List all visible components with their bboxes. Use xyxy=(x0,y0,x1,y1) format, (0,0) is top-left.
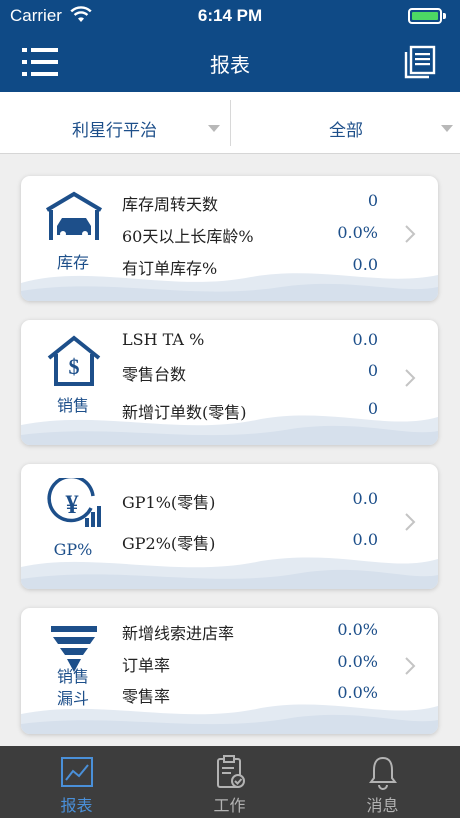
scope-filter-value: 全部 xyxy=(329,121,363,141)
dealer-filter-value: 利星行平治 xyxy=(72,121,157,141)
metric-row: GP2%(零售) 0.0 xyxy=(122,530,392,554)
status-bar: Carrier 6:14 PM xyxy=(0,0,460,34)
scope-filter-dropdown[interactable]: 全部 xyxy=(231,92,460,154)
metric-name: 零售台数 xyxy=(122,365,187,384)
sales-card[interactable]: $ 销售 LSH TA % 0.0 零售台数 0 新增订单数(零售) 0 xyxy=(21,320,438,445)
yen-chart-icon: ¥ xyxy=(47,478,101,527)
sales-funnel-card[interactable]: 销售 漏斗 新增线索进店率 0.0% 订单率 0.0% 零售率 0.0% xyxy=(21,608,438,734)
metric-value: 0.0 xyxy=(352,255,378,274)
gp-card[interactable]: ¥ GP% GP1%(零售) 0.0 GP2%(零售) 0.0 xyxy=(21,464,438,589)
metric-value: 0.0% xyxy=(337,652,378,671)
metric-value: 0.0 xyxy=(352,330,378,349)
metric-name: 新增订单数(零售) xyxy=(122,403,247,422)
dealer-filter-dropdown[interactable]: 利星行平治 xyxy=(0,92,230,154)
tab-messages[interactable]: 消息 xyxy=(306,746,459,818)
garage-car-icon xyxy=(45,191,103,240)
clipboard-check-icon xyxy=(217,755,245,788)
house-dollar-icon: $ xyxy=(47,335,101,386)
page-title: 报表 xyxy=(210,53,250,77)
category-label-line1: 销售 xyxy=(56,667,89,686)
svg-text:$: $ xyxy=(69,354,80,379)
category-label: 销售 xyxy=(56,396,89,415)
tab-label: 报表 xyxy=(60,796,93,815)
chevron-down-icon xyxy=(208,125,220,132)
metric-value: 0.0 xyxy=(352,489,378,508)
line-chart-icon xyxy=(61,757,93,787)
chevron-right-icon xyxy=(405,225,416,243)
chevron-right-icon xyxy=(405,513,416,531)
metric-row: 新增订单数(零售) 0 xyxy=(122,399,392,423)
metric-value: 0.0 xyxy=(352,530,378,549)
metric-row: LSH TA % 0.0 xyxy=(122,330,392,354)
metric-value: 0 xyxy=(367,399,378,418)
metric-name: 订单率 xyxy=(122,656,171,675)
metric-row: GP1%(零售) 0.0 xyxy=(122,489,392,513)
metric-name: 60天以上长库龄% xyxy=(122,227,254,246)
chevron-right-icon xyxy=(405,369,416,387)
metric-row: 订单率 0.0% xyxy=(122,652,392,676)
filter-bar: 利星行平治 全部 xyxy=(0,92,460,154)
tab-label: 消息 xyxy=(366,796,399,815)
battery-icon xyxy=(408,8,442,24)
category-label: GP% xyxy=(53,540,93,559)
tab-reports[interactable]: 报表 xyxy=(0,746,153,818)
metric-name: 新增线索进店率 xyxy=(122,624,235,643)
metric-name: GP1%(零售) xyxy=(122,493,216,512)
metric-value: 0.0% xyxy=(337,620,378,639)
document-stack-icon[interactable] xyxy=(404,45,436,79)
metric-name: GP2%(零售) xyxy=(122,534,216,553)
svg-text:¥: ¥ xyxy=(66,490,79,519)
category-label: 库存 xyxy=(56,253,89,272)
metric-row: 零售率 0.0% xyxy=(122,683,392,707)
inventory-card[interactable]: 库存 库存周转天数 0 60天以上长库龄% 0.0% 有订单库存% 0.0 xyxy=(21,176,438,301)
chevron-right-icon xyxy=(405,657,416,675)
metric-name: 库存周转天数 xyxy=(122,195,219,214)
battery-tip xyxy=(443,13,446,19)
metric-row: 新增线索进店率 0.0% xyxy=(122,620,392,644)
clock: 6:14 PM xyxy=(197,6,263,25)
tab-label: 工作 xyxy=(213,796,246,815)
metric-row: 有订单库存% 0.0 xyxy=(122,255,392,279)
metric-value: 0.0% xyxy=(337,223,378,242)
tab-bar: 报表 工作 消息 xyxy=(0,746,460,818)
metric-value: 0 xyxy=(367,361,378,380)
metric-name: LSH TA % xyxy=(122,330,205,349)
metric-name: 零售率 xyxy=(122,687,171,706)
metric-row: 60天以上长库龄% 0.0% xyxy=(122,223,392,247)
metric-row: 库存周转天数 0 xyxy=(122,191,392,215)
chevron-down-icon xyxy=(441,125,453,132)
metric-row: 零售台数 0 xyxy=(122,361,392,385)
bell-icon xyxy=(369,756,397,790)
metric-value: 0.0% xyxy=(337,683,378,702)
metric-value: 0 xyxy=(367,191,378,210)
metric-name: 有订单库存% xyxy=(122,259,218,278)
nav-bar: 报表 xyxy=(0,34,460,92)
tab-work[interactable]: 工作 xyxy=(153,746,306,818)
category-label-line2: 漏斗 xyxy=(56,689,89,708)
